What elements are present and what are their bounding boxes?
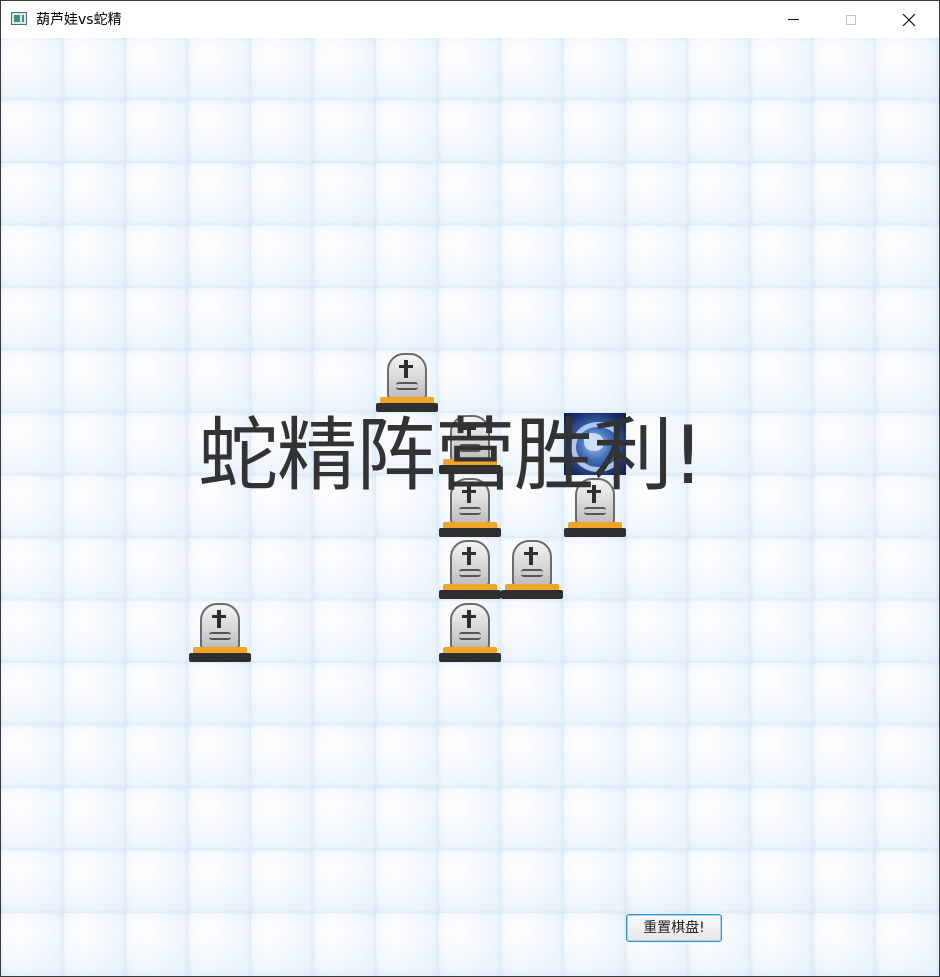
victory-message: 蛇精阵营胜利! — [198, 409, 704, 502]
title-bar[interactable]: 葫芦娃vs蛇精 — [1, 1, 939, 38]
window-title: 葫芦娃vs蛇精 — [36, 12, 122, 28]
close-icon — [902, 13, 916, 26]
close-button[interactable] — [880, 1, 938, 38]
maximize-icon — [846, 14, 856, 25]
maximize-button[interactable] — [822, 1, 880, 38]
tombstone-icon[interactable] — [376, 351, 438, 413]
minimize-button[interactable] — [764, 1, 822, 38]
tombstone-icon[interactable] — [439, 538, 501, 600]
tombstone-icon[interactable] — [439, 601, 501, 663]
tombstone-icon[interactable] — [189, 601, 251, 663]
tombstone-icon[interactable] — [501, 538, 563, 600]
reset-board-button[interactable]: 重置棋盘! — [626, 914, 722, 942]
minimize-icon — [787, 19, 799, 20]
app-window: 葫芦娃vs蛇精 蛇精阵营胜利! 重置棋盘! — [0, 0, 940, 977]
app-window-icon — [11, 12, 27, 25]
